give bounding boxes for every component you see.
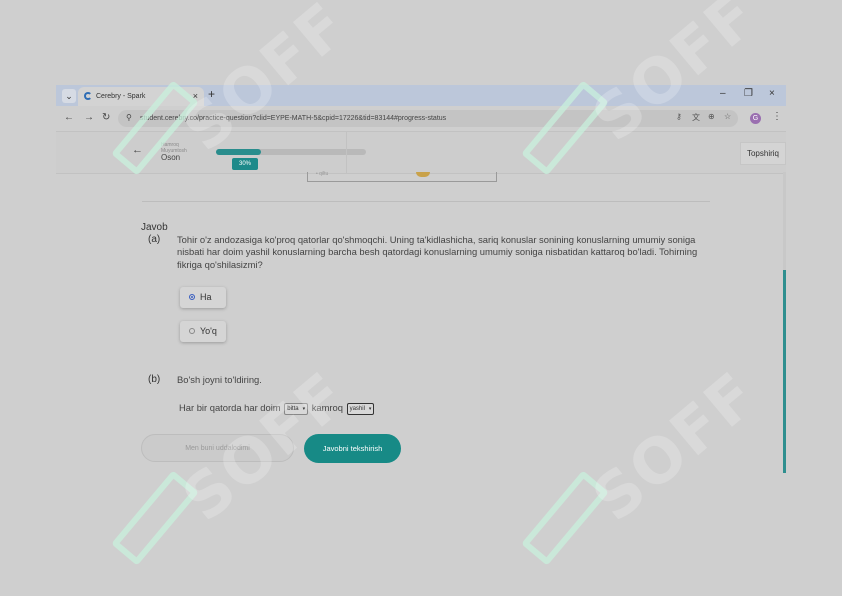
progress-bar <box>216 149 366 155</box>
difficulty-label: Oson <box>161 153 181 162</box>
password-key-icon[interactable]: ⚷ <box>676 112 682 121</box>
chevron-down-icon: ▾ <box>368 405 372 412</box>
tab-search-chevron-icon[interactable]: ⌄ <box>62 89 76 103</box>
header-divider <box>346 132 347 173</box>
tab-close-icon[interactable]: × <box>193 87 198 106</box>
bookmark-star-icon[interactable]: ☆ <box>724 112 731 121</box>
scrollbar-thumb[interactable] <box>783 270 786 473</box>
restore-button[interactable]: ❐ <box>744 88 753 99</box>
figure-frame: • qiltu <box>307 171 497 182</box>
browser-toolbar: ← → ↻ ⚲ student.cerebry.co/practice-ques… <box>56 106 786 131</box>
option-label: Yo'q <box>200 326 217 336</box>
zoom-icon[interactable]: ⊕ <box>708 112 715 121</box>
minimize-button[interactable]: – <box>720 88 726 99</box>
back-arrow-icon[interactable]: ← <box>64 112 74 123</box>
figure-label: • qiltu <box>316 171 329 177</box>
cerebry-favicon-icon <box>84 92 92 100</box>
radio-selected-icon[interactable] <box>189 294 195 300</box>
chevron-down-icon: ▾ <box>302 405 306 412</box>
color-select[interactable]: yashil ▾ <box>346 402 375 415</box>
address-bar[interactable]: ⚲ student.cerebry.co/practice-question?c… <box>118 110 738 127</box>
color-select-value: yashil <box>349 405 365 412</box>
practice-header: ← Hamroq Muyumtosh Oson 30% Topshiriq <box>56 131 786 174</box>
sentence-start: Har bir qatorda har doim <box>179 402 281 413</box>
browser-menu-icon[interactable]: ⋮ <box>772 111 782 122</box>
reload-icon[interactable]: ↻ <box>102 112 110 123</box>
browser-tab-bar: ⌄ Cerebry - Spark × + – ❐ × <box>56 85 786 106</box>
divider <box>142 201 710 202</box>
part-a-question: Tohir o'z andozasiga ko'proq qatorlar qo… <box>177 234 698 270</box>
option-yoq[interactable]: Yo'q <box>180 321 226 342</box>
new-tab-button[interactable]: + <box>208 87 215 101</box>
submit-task-button[interactable]: Topshiriq <box>740 142 786 165</box>
profile-avatar[interactable]: G <box>750 113 761 124</box>
part-a-letter: (a) <box>148 234 161 245</box>
translate-icon[interactable]: 文 <box>692 112 700 123</box>
site-info-icon[interactable]: ⚲ <box>126 113 132 122</box>
count-select-value: bitta <box>287 405 299 412</box>
sentence-mid: kamroq <box>311 402 343 413</box>
option-label: Ha <box>200 292 212 302</box>
watermark-logo <box>111 470 199 566</box>
forward-arrow-icon[interactable]: → <box>84 112 94 123</box>
answer-heading: Javob <box>141 222 168 233</box>
browser-tab[interactable]: Cerebry - Spark × <box>78 87 204 106</box>
close-window-button[interactable]: × <box>769 88 775 99</box>
app-back-arrow-icon[interactable]: ← <box>132 144 143 156</box>
check-answer-button[interactable]: Javobni tekshirish <box>304 434 401 463</box>
url-text[interactable]: student.cerebry.co/practice-question?cli… <box>140 110 446 127</box>
progress-fill <box>216 149 261 155</box>
tab-title: Cerebry - Spark <box>96 93 146 100</box>
option-ha[interactable]: Ha <box>180 287 226 308</box>
watermark-logo <box>521 470 609 566</box>
part-b-instruction: Bo'sh joyni to'ldiring. <box>177 374 262 385</box>
progress-badge: 30% <box>232 158 258 170</box>
count-select[interactable]: bitta ▾ <box>284 402 309 415</box>
watermark-text: SOFF <box>578 357 772 536</box>
part-b-letter: (b) <box>148 374 161 385</box>
cone-illustration <box>416 172 430 177</box>
dont-know-button[interactable]: Men buni uddalodimi <box>141 434 294 462</box>
fill-in-sentence: Har bir qatorda har doim bitta ▾ kamroq y… <box>179 402 375 415</box>
radio-unselected-icon[interactable] <box>189 328 195 334</box>
